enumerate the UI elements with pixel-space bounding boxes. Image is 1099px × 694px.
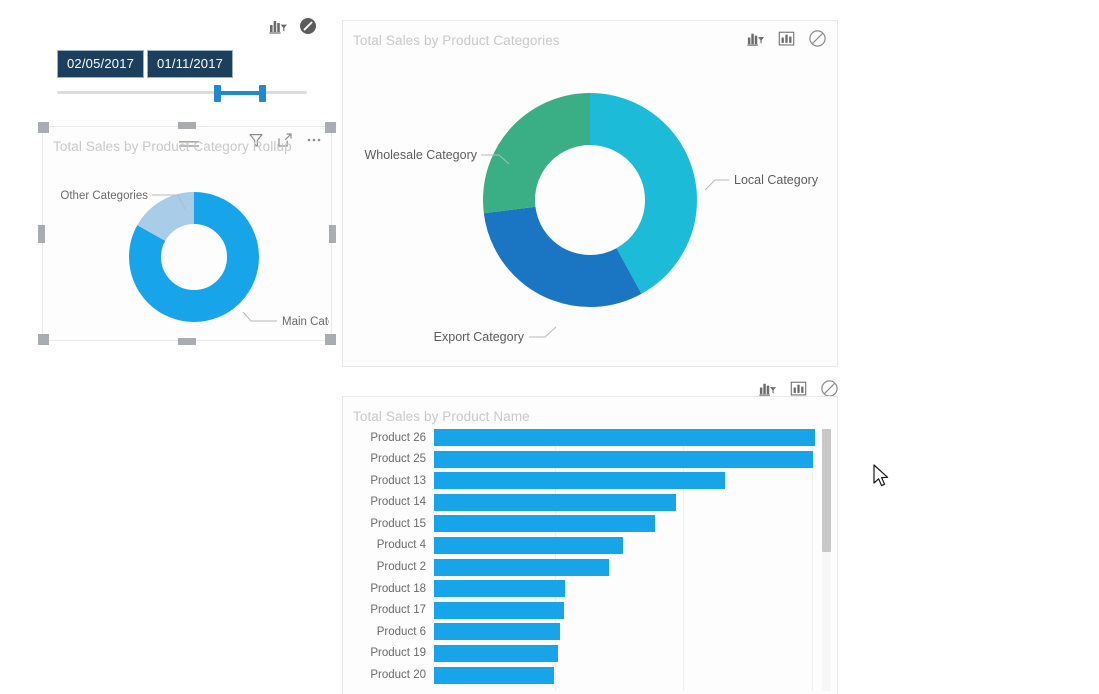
bar-category-label: Product 15 xyxy=(370,517,426,530)
bar-category-label: Product 4 xyxy=(376,539,426,552)
categories-label-export: Export Category xyxy=(434,330,525,344)
bar-fill[interactable] xyxy=(434,601,564,619)
bar-category-label: Product 20 xyxy=(370,669,426,682)
bar-category-label: Product 18 xyxy=(370,582,426,595)
bar-fill[interactable] xyxy=(434,580,566,598)
bar-row[interactable]: Product 18 xyxy=(348,580,834,598)
categories-label-wholesale: Wholesale Category xyxy=(364,148,477,162)
more-options-icon-glyph xyxy=(307,138,321,141)
bar-fill[interactable] xyxy=(434,515,655,533)
categories-leader-local xyxy=(704,179,729,191)
bar-category-label: Product 19 xyxy=(370,647,426,660)
bar-track xyxy=(434,623,834,641)
rollup-label-main-categories: Main Categories xyxy=(282,316,329,328)
mouse-pointer xyxy=(872,464,892,495)
date-slider-handle-right[interactable] xyxy=(259,85,266,102)
bar-row[interactable]: Product 19 xyxy=(348,644,834,662)
block-interaction-icon-glyph xyxy=(300,18,316,34)
bar-category-label: Product 17 xyxy=(370,604,426,617)
bar-row[interactable]: Product 2 xyxy=(348,558,834,576)
products-scrollbar-thumb[interactable] xyxy=(822,429,831,553)
slicer-toolbar xyxy=(268,16,318,41)
bar-chart-icon-glyph xyxy=(778,31,795,46)
bar-fill[interactable] xyxy=(434,493,676,511)
bar-fill[interactable] xyxy=(434,644,558,662)
bar-row[interactable]: Product 15 xyxy=(348,515,834,533)
bar-fill[interactable] xyxy=(434,558,610,576)
bar-track xyxy=(434,601,834,619)
block-interaction-icon-glyph xyxy=(809,30,826,47)
drill-filter-icon-glyph xyxy=(269,21,287,34)
bar-row[interactable]: Product 14 xyxy=(348,493,834,511)
bar-fill[interactable] xyxy=(434,536,623,554)
categories-visual-panel[interactable]: Total Sales by Product Categories Wholes… xyxy=(342,20,838,367)
bar-category-label: Product 26 xyxy=(370,431,426,444)
block-interaction-icon[interactable] xyxy=(298,16,318,41)
rollup-donut-chart[interactable]: Other Categories Main Categories xyxy=(49,161,329,339)
rollup-leader-main xyxy=(242,311,277,322)
bar-fill[interactable] xyxy=(434,450,814,468)
bar-category-label: Product 25 xyxy=(370,453,426,466)
more-options-icon[interactable] xyxy=(305,131,323,154)
bar-track xyxy=(434,558,834,576)
bar-track xyxy=(434,429,834,446)
bar-track xyxy=(434,450,834,468)
products-panel-title: Total Sales by Product Name xyxy=(353,409,530,424)
bar-track xyxy=(434,493,834,511)
mouse-pointer-glyph xyxy=(873,464,889,487)
bar-track xyxy=(434,580,834,598)
date-slicer[interactable]: 02/05/2017 01/11/2017 xyxy=(57,50,307,106)
rollup-visual-panel[interactable]: Total Sales by Product Category Rollup O… xyxy=(42,126,332,341)
rollup-label-other-categories: Other Categories xyxy=(60,190,148,202)
date-slider-range[interactable] xyxy=(217,91,262,95)
bar-fill[interactable] xyxy=(434,472,726,490)
bar-track xyxy=(434,666,834,684)
categories-donut-chart[interactable]: Wholesale Category Local Category Export… xyxy=(343,47,837,365)
bar-row[interactable]: Product 6 xyxy=(348,623,834,641)
date-from-field[interactable]: 02/05/2017 xyxy=(57,50,145,78)
bar-track xyxy=(434,515,834,533)
bar-track xyxy=(434,536,834,554)
bar-row[interactable]: Product 25 xyxy=(348,450,834,468)
categories-panel-title: Total Sales by Product Categories xyxy=(353,33,560,48)
bar-category-label: Product 14 xyxy=(370,496,426,509)
bar-row[interactable]: Product 20 xyxy=(348,666,834,684)
bar-track xyxy=(434,644,834,662)
bar-category-label: Product 2 xyxy=(376,561,426,574)
date-slider-track[interactable] xyxy=(57,91,307,94)
categories-label-local: Local Category xyxy=(734,173,819,187)
bar-row[interactable]: Product 4 xyxy=(348,536,834,554)
date-to-field[interactable]: 01/11/2017 xyxy=(147,50,234,78)
bar-row[interactable]: Product 13 xyxy=(348,472,834,490)
bar-row[interactable]: Product 17 xyxy=(348,601,834,619)
products-scrollbar-track[interactable] xyxy=(822,429,831,691)
bar-row[interactable]: Product 26 xyxy=(348,429,834,446)
date-slider-handle-left[interactable] xyxy=(214,85,221,102)
drill-filter-icon[interactable] xyxy=(268,16,288,41)
drill-filter-icon-glyph xyxy=(747,33,765,46)
categories-leader-export xyxy=(529,326,557,338)
products-bar-chart[interactable]: Product 26 Product 25 Product 13 Product 14… xyxy=(348,429,834,691)
bar-fill[interactable] xyxy=(434,623,560,641)
rollup-panel-title: Total Sales by Product Category Rollup xyxy=(53,139,292,154)
bar-fill[interactable] xyxy=(434,429,815,446)
bar-category-label: Product 13 xyxy=(370,474,426,487)
bar-track xyxy=(434,472,834,490)
products-visual-panel[interactable]: Total Sales by Product Name Product 26 Pr… xyxy=(342,396,838,694)
bar-category-label: Product 6 xyxy=(376,625,426,638)
bar-fill[interactable] xyxy=(434,666,554,684)
